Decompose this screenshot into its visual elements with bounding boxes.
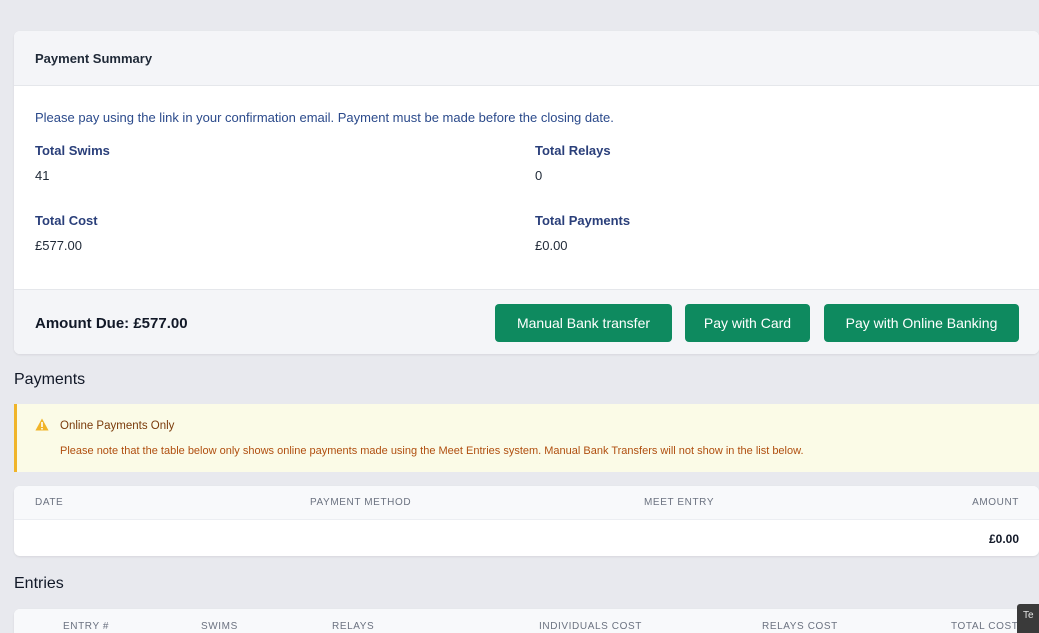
col-entry-number: ENTRY #	[63, 621, 110, 632]
page: Payment Summary Please pay using the lin…	[0, 0, 1039, 633]
col-relays-cost: RELAYS COST	[762, 621, 838, 632]
stat-total-relays: Total Relays 0	[535, 143, 611, 183]
entries-table: ENTRY # SWIMS RELAYS INDIVIDUALS COST RE…	[14, 609, 1039, 633]
online-payments-alert: Online Payments Only Please note that th…	[14, 404, 1039, 472]
alert-text: Please note that the table below only sh…	[60, 445, 804, 457]
pay-with-online-banking-button[interactable]: Pay with Online Banking	[824, 304, 1019, 342]
payment-notice: Please pay using the link in your confir…	[35, 110, 614, 125]
payment-summary-header: Payment Summary	[14, 31, 1039, 86]
col-relays: RELAYS	[332, 621, 375, 632]
col-individuals-cost: INDIVIDUALS COST	[539, 621, 642, 632]
payments-table-header: DATE PAYMENT METHOD MEET ENTRY AMOUNT	[14, 486, 1039, 520]
manual-bank-transfer-button[interactable]: Manual Bank transfer	[495, 304, 672, 342]
tooltip: Te	[1017, 604, 1039, 633]
payments-table: DATE PAYMENT METHOD MEET ENTRY AMOUNT £0…	[14, 486, 1039, 556]
table-row: £0.00	[14, 520, 1039, 556]
col-swims: SWIMS	[201, 621, 238, 632]
entries-table-header: ENTRY # SWIMS RELAYS INDIVIDUALS COST RE…	[14, 609, 1039, 633]
payments-heading: Payments	[14, 371, 86, 388]
total-swims-value: 41	[35, 168, 50, 183]
total-payments-label: Total Payments	[535, 213, 631, 228]
total-relays-label: Total Relays	[535, 143, 611, 158]
alert-title: Online Payments Only	[60, 420, 175, 432]
payment-summary-body: Please pay using the link in your confir…	[14, 86, 1039, 289]
payment-summary-title: Payment Summary	[35, 50, 153, 66]
amount-due: Amount Due: £577.00	[35, 315, 188, 332]
stat-total-swims: Total Swims 41	[35, 143, 110, 183]
payment-summary-card: Payment Summary Please pay using the lin…	[14, 31, 1039, 354]
col-date: DATE	[35, 497, 64, 508]
total-cost-label: Total Cost	[35, 213, 98, 228]
col-meet-entry: MEET ENTRY	[644, 497, 715, 508]
col-amount: AMOUNT	[972, 497, 1019, 508]
col-payment-method: PAYMENT METHOD	[310, 497, 412, 508]
payment-summary-footer: Amount Due: £577.00 Manual Bank transfer…	[14, 289, 1039, 354]
total-cost-value: £577.00	[35, 238, 82, 253]
stat-total-cost: Total Cost £577.00	[35, 213, 98, 253]
stat-total-payments: Total Payments £0.00	[535, 213, 630, 253]
total-swims-label: Total Swims	[35, 143, 110, 158]
pay-with-card-button[interactable]: Pay with Card	[685, 304, 810, 342]
total-relays-value: 0	[535, 168, 543, 183]
payments-total-amount: £0.00	[988, 532, 1019, 546]
col-total-cost: TOTAL COST	[951, 621, 1019, 632]
entries-heading: Entries	[14, 575, 64, 592]
total-payments-value: £0.00	[535, 238, 568, 253]
warning-triangle-icon	[35, 418, 49, 431]
